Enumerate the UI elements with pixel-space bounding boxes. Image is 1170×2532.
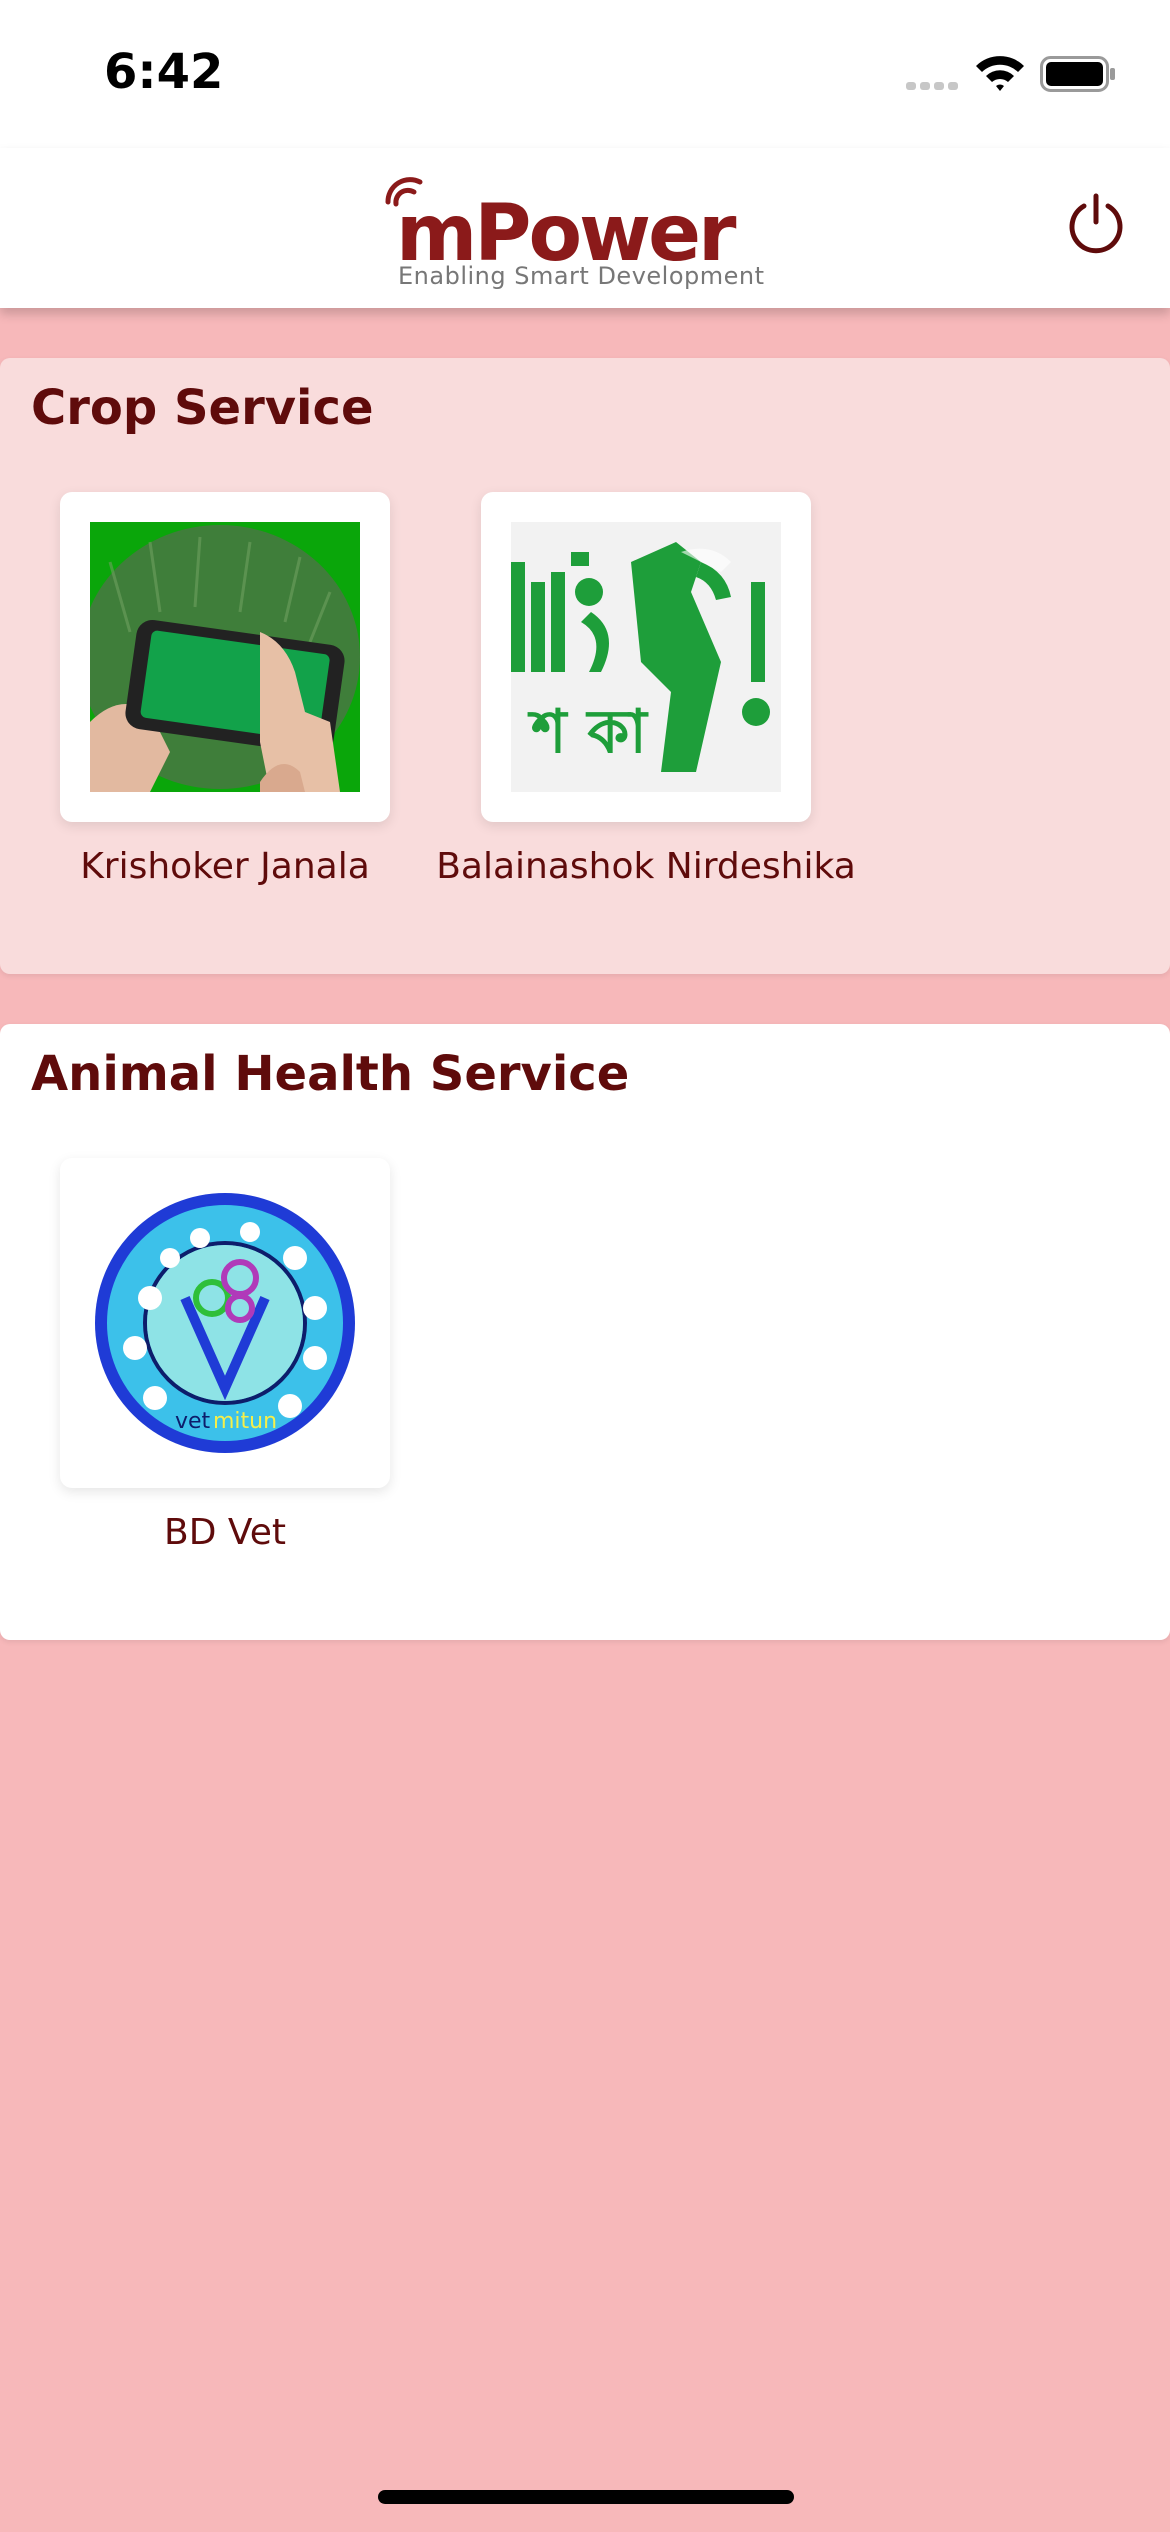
app-header: mPower Enabling Smart Development [0, 148, 1170, 308]
cellular-signal-icon [906, 82, 958, 90]
mpower-logo: mPower Enabling Smart Development [385, 177, 765, 290]
svg-text:শ কা: শ কা [527, 697, 649, 767]
status-time: 6:42 [104, 44, 224, 100]
tile-label: BD Vet [164, 1512, 286, 1553]
tile-label: Krishoker Janala [80, 846, 370, 887]
vetmitun-logo-image: vet mitun [95, 1193, 355, 1453]
section-title: Crop Service [31, 380, 374, 436]
power-icon[interactable] [1064, 192, 1128, 256]
svg-text:Enabling Smart Development: Enabling Smart Development [398, 262, 765, 290]
home-indicator [378, 2490, 794, 2504]
balainashok-nirdeshika-tile[interactable]: শ কা [481, 492, 811, 822]
wifi-icon [976, 56, 1024, 91]
phone-in-field-image [90, 522, 360, 792]
krishoker-janala-tile[interactable] [60, 492, 390, 822]
svg-text:mitun: mitun [213, 1409, 277, 1434]
svg-text:vet: vet [175, 1409, 211, 1434]
bd-vet-tile[interactable]: vet mitun [60, 1158, 390, 1488]
bengali-logo-image: শ কা [511, 522, 781, 792]
animal-health-service-section: Animal Health Service vet mitun BD Vet [0, 1024, 1170, 1640]
section-title: Animal Health Service [31, 1046, 630, 1102]
crop-service-section: Crop Service Krishoker Janala শ কা Balai… [0, 358, 1170, 974]
battery-icon [1040, 56, 1115, 92]
status-bar: 6:42 [0, 0, 1170, 148]
tile-label: Balainashok Nirdeshika [436, 846, 856, 887]
